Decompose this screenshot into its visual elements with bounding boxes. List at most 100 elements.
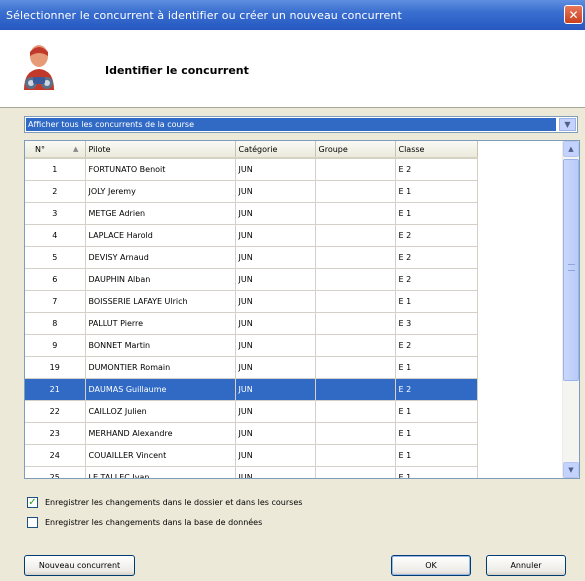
table-cell: COUAILLER Vincent [85,444,236,467]
ok-button[interactable]: OK [391,555,471,576]
table-cell: E 1 [395,180,478,203]
competitor-filter-dropdown[interactable]: Afficher tous les concurrents de la cour… [24,116,578,133]
column-header-label: N° [35,144,45,154]
save-in-file-option[interactable]: ✓ Enregistrer les changements dans le do… [27,497,302,508]
column-header[interactable]: Groupe [315,141,396,159]
table-cell: 21 [25,378,86,401]
table-cell: JUN [235,334,316,357]
table-cell: JOLY Jeremy [85,180,236,203]
chevron-down-icon[interactable]: ▼ [559,118,576,131]
window-titlebar: Sélectionner le concurrent à identifier … [0,0,585,30]
table-cell: 8 [25,312,86,335]
save-in-db-checkbox[interactable] [27,517,38,528]
table-cell: JUN [235,378,316,401]
table-cell [315,202,396,225]
table-row[interactable]: 1 FORTUNATO Benoit JUN E 2 [25,158,478,181]
table-cell: DAUPHIN Alban [85,268,236,291]
grip-icon [568,264,575,271]
table-cell: DAUMAS Guillaume [85,378,236,401]
scroll-down-icon[interactable]: ▼ [563,462,579,478]
save-in-db-option[interactable]: Enregistrer les changements dans la base… [27,517,262,528]
dialog-header: Identifier le concurrent [0,30,585,108]
table-row[interactable]: 8 PALLUT Pierre JUN E 3 [25,312,478,335]
table-cell: BOISSERIE LAFAYE Ulrich [85,290,236,313]
table-cell: 19 [25,356,86,379]
competitors-table: N° ▲ Pilote Catégorie Groupe Classe 1 FORTUNAT… [25,141,478,478]
table-cell: E 2 [395,334,478,357]
vertical-scrollbar[interactable]: ▲ ▼ [562,141,579,478]
table-cell: E 2 [395,158,478,181]
table-cell: E 1 [395,202,478,225]
table-cell: MERHAND Alexandre [85,422,236,445]
column-header[interactable]: Pilote [85,141,236,159]
save-in-file-checkbox[interactable]: ✓ [27,497,38,508]
racer-avatar-icon [24,45,54,90]
table-cell: E 1 [395,466,478,478]
table-cell: METGE Adrien [85,202,236,225]
table-row[interactable]: 2 JOLY Jeremy JUN E 1 [25,180,478,203]
sort-ascending-icon: ▲ [73,145,79,153]
table-cell: JUN [235,356,316,379]
table-cell: E 1 [395,356,478,379]
table-cell [315,400,396,423]
table-row[interactable]: 21 DAUMAS Guillaume JUN E 2 [25,378,478,401]
table-row[interactable]: 5 DEVISY Arnaud JUN E 2 [25,246,478,269]
table-row[interactable]: 9 BONNET Martin JUN E 2 [25,334,478,357]
table-cell: E 2 [395,224,478,247]
table-header-row: N° ▲ Pilote Catégorie Groupe Classe [25,141,478,159]
table-row[interactable]: 4 LAPLACE Harold JUN E 2 [25,224,478,247]
table-row[interactable]: 19 DUMONTIER Romain JUN E 1 [25,356,478,379]
table-cell [315,290,396,313]
table-body: 1 FORTUNATO Benoit JUN E 2 2 JOLY Jeremy JUN E … [25,158,478,478]
table-cell: 22 [25,400,86,423]
table-cell: 4 [25,224,86,247]
column-header[interactable]: Catégorie [235,141,316,159]
column-header[interactable]: N° ▲ [25,141,86,159]
save-in-db-label: Enregistrer les changements dans la base… [45,518,263,527]
table-cell: 9 [25,334,86,357]
table-cell: LE TALLEC Ivan [85,466,236,478]
table-cell [315,334,396,357]
table-cell: CAILLOZ Julien [85,400,236,423]
table-cell [315,378,396,401]
table-cell: JUN [235,268,316,291]
table-cell: JUN [235,180,316,203]
table-cell: E 2 [395,268,478,291]
table-cell: JUN [235,466,316,478]
table-cell: 7 [25,290,86,313]
table-row[interactable]: 6 DAUPHIN Alban JUN E 2 [25,268,478,291]
scroll-up-icon[interactable]: ▲ [563,141,579,157]
table-cell: LAPLACE Harold [85,224,236,247]
competitors-grid[interactable]: N° ▲ Pilote Catégorie Groupe Classe 1 FORTUNAT… [24,140,580,479]
cancel-button[interactable]: Annuler [486,555,566,576]
close-button[interactable]: ✕ [564,5,583,24]
table-cell: PALLUT Pierre [85,312,236,335]
table-cell [315,422,396,445]
close-icon: ✕ [568,7,579,22]
table-cell [315,158,396,181]
table-cell: E 3 [395,312,478,335]
dialog-heading: Identifier le concurrent [105,64,249,77]
table-cell: JUN [235,312,316,335]
column-header[interactable]: Classe [395,141,478,159]
table-cell: E 2 [395,246,478,269]
table-cell: 25 [25,466,86,478]
table-row[interactable]: 25 LE TALLEC Ivan JUN E 1 [25,466,478,478]
table-cell [315,268,396,291]
table-row[interactable]: 24 COUAILLER Vincent JUN E 1 [25,444,478,467]
table-cell: JUN [235,400,316,423]
table-cell: 5 [25,246,86,269]
new-competitor-button[interactable]: Nouveau concurrent [24,555,135,576]
table-row[interactable]: 3 METGE Adrien JUN E 1 [25,202,478,225]
table-cell: 2 [25,180,86,203]
table-cell: 24 [25,444,86,467]
table-cell [315,356,396,379]
table-row[interactable]: 23 MERHAND Alexandre JUN E 1 [25,422,478,445]
table-cell: JUN [235,422,316,445]
table-cell: FORTUNATO Benoit [85,158,236,181]
table-cell [315,312,396,335]
scroll-thumb[interactable] [563,159,579,381]
table-row[interactable]: 22 CAILLOZ Julien JUN E 1 [25,400,478,423]
table-cell: JUN [235,202,316,225]
table-row[interactable]: 7 BOISSERIE LAFAYE Ulrich JUN E 1 [25,290,478,313]
